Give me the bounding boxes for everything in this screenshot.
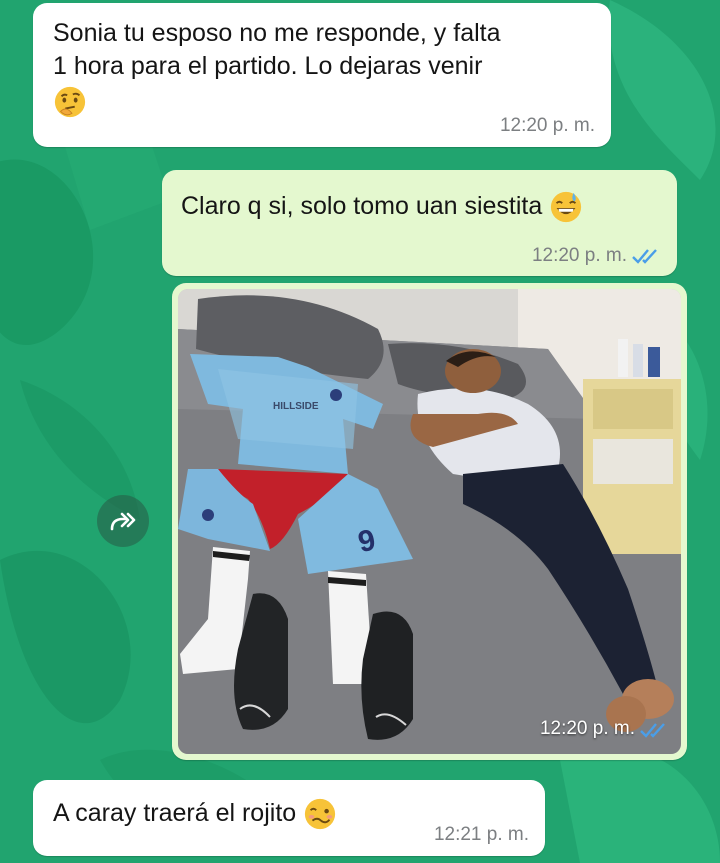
photo-timestamp: 12:20 p. m. xyxy=(539,718,635,739)
outgoing-message-bubble[interactable]: Claro q si, solo tomo uan siestita 12:20… xyxy=(162,170,677,276)
thinking-face-icon xyxy=(54,87,86,118)
read-receipt-icon xyxy=(640,723,665,738)
incoming-message-bubble[interactable]: Sonia tu esposo no me responde, y falta … xyxy=(33,3,611,147)
message-text-line: 1 hora para el partido. Lo dejaras venir xyxy=(53,52,483,80)
jersey-text: HILLSIDE xyxy=(273,401,319,412)
message-timestamp: 12:20 p. m. xyxy=(499,115,595,136)
woozy-face-icon xyxy=(305,799,336,830)
message-timestamp: 12:20 p. m. xyxy=(531,245,627,266)
photo-message-bubble[interactable]: HILLSIDE 9 12:20 p. m. xyxy=(172,283,687,760)
incoming-message-bubble[interactable]: A caray traerá el rojito 12:21 p. m. xyxy=(33,780,545,856)
photo-attachment[interactable]: HILLSIDE 9 12:20 p. m. xyxy=(178,289,681,754)
message-timestamp: 12:21 p. m. xyxy=(433,824,529,845)
message-text: Claro q si, solo tomo uan siestita xyxy=(181,192,543,220)
message-text: A caray traerá el rojito xyxy=(53,799,297,827)
grinning-sweat-face-icon xyxy=(551,192,582,223)
forward-button[interactable] xyxy=(97,495,149,547)
forward-icon xyxy=(110,512,136,531)
read-receipt-icon xyxy=(632,249,657,264)
message-text-line: Sonia tu esposo no me responde, y falta xyxy=(53,19,501,47)
